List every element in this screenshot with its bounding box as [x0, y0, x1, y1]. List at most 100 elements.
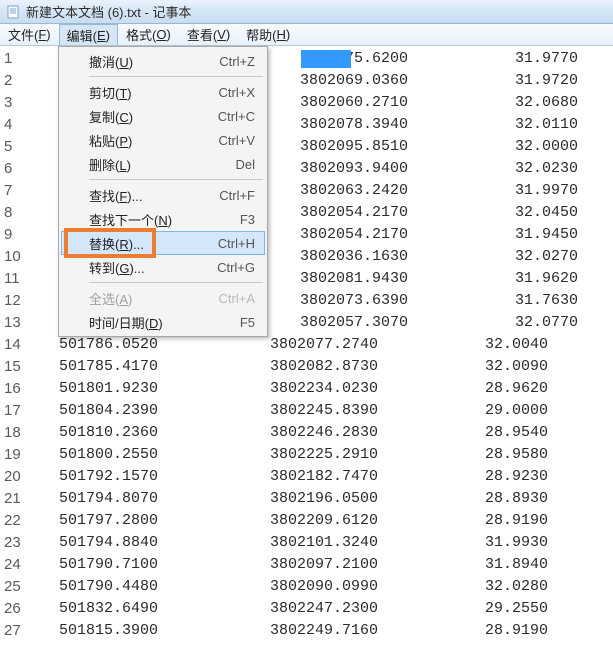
menu-item-label: 查找(F)... — [89, 186, 201, 205]
menu-文件[interactable]: 文件(F) — [0, 24, 59, 45]
line-number: 12 — [0, 290, 28, 312]
cell-col3: 32.0770 — [438, 312, 588, 334]
menu-item-撤消[interactable]: 撤消(U)Ctrl+Z — [61, 49, 265, 73]
cell-col3: 31.9970 — [438, 180, 588, 202]
table-row: 501810.23603802246.283028.9540 — [28, 422, 613, 444]
menu-item-label: 删除(L) — [89, 155, 201, 174]
line-number: 7 — [0, 180, 28, 202]
cell-col3: 31.7630 — [438, 290, 588, 312]
menu-item-转到[interactable]: 转到(G)...Ctrl+G — [61, 255, 265, 279]
table-row: 501790.71003802097.210031.8940 — [28, 554, 613, 576]
line-number: 21 — [0, 488, 28, 510]
cell-col3: 31.9770 — [438, 48, 588, 70]
cell-col2: 3802209.6120 — [188, 510, 408, 532]
cell-col3: 31.9930 — [408, 532, 558, 554]
menu-item-label: 剪切(T) — [89, 83, 201, 102]
menu-separator — [89, 76, 263, 77]
menu-item-label: 复制(C) — [89, 107, 201, 126]
menu-item-label: 粘贴(P) — [89, 131, 201, 150]
table-row: 501804.23903802245.839029.0000 — [28, 400, 613, 422]
cell-col2: 3802182.7470 — [188, 466, 408, 488]
line-number: 20 — [0, 466, 28, 488]
cell-col3: 32.0280 — [408, 576, 558, 598]
cell-col2: 3802196.0500 — [188, 488, 408, 510]
menu-item-shortcut: Ctrl+H — [201, 236, 255, 251]
menu-item-shortcut: Del — [201, 157, 255, 172]
menu-item-shortcut: F5 — [201, 315, 255, 330]
menu-item-剪切[interactable]: 剪切(T)Ctrl+X — [61, 80, 265, 104]
table-row: 501801.92303802234.023028.9620 — [28, 378, 613, 400]
menu-item-查找下一个[interactable]: 查找下一个(N)F3 — [61, 207, 265, 231]
cell-col3: 28.9190 — [408, 510, 558, 532]
line-number: 10 — [0, 246, 28, 268]
cell-col1: 501797.2800 — [28, 510, 188, 532]
cell-col3: 28.9580 — [408, 444, 558, 466]
menu-item-label: 查找下一个(N) — [89, 210, 201, 229]
table-row: 501794.88403802101.324031.9930 — [28, 532, 613, 554]
line-number: 6 — [0, 158, 28, 180]
cell-col3: 31.9450 — [438, 224, 588, 246]
titlebar: 新建文本文档 (6).txt - 记事本 — [0, 0, 613, 24]
cell-col1: 501794.8070 — [28, 488, 188, 510]
menu-编辑[interactable]: 编辑(E) — [59, 24, 118, 45]
menu-item-shortcut: Ctrl+A — [201, 291, 255, 306]
menu-item-label: 时间/日期(D) — [89, 313, 201, 332]
menu-item-全选: 全选(A)Ctrl+A — [61, 286, 265, 310]
menu-item-删除[interactable]: 删除(L)Del — [61, 152, 265, 176]
cell-col3: 31.9620 — [438, 268, 588, 290]
edit-dropdown: 撤消(U)Ctrl+Z剪切(T)Ctrl+X复制(C)Ctrl+C粘贴(P)Ct… — [58, 46, 268, 337]
menu-查看[interactable]: 查看(V) — [179, 24, 238, 45]
table-row: 501785.41703802082.873032.0090 — [28, 356, 613, 378]
cell-col3: 29.2550 — [408, 598, 558, 620]
cell-col2: 3802097.2100 — [188, 554, 408, 576]
cell-col3: 32.0110 — [438, 114, 588, 136]
cell-col3: 32.0450 — [438, 202, 588, 224]
menu-item-shortcut: Ctrl+Z — [201, 54, 255, 69]
cell-col3: 28.8930 — [408, 488, 558, 510]
menu-item-shortcut: Ctrl+X — [201, 85, 255, 100]
cell-col1: 501790.4480 — [28, 576, 188, 598]
line-number: 18 — [0, 422, 28, 444]
cell-col1: 501800.2550 — [28, 444, 188, 466]
line-number: 8 — [0, 202, 28, 224]
table-row: 501794.80703802196.050028.8930 — [28, 488, 613, 510]
cell-col3: 31.9720 — [438, 70, 588, 92]
line-number: 11 — [0, 268, 28, 290]
menu-item-查找[interactable]: 查找(F)...Ctrl+F — [61, 183, 265, 207]
cell-col2: 3802247.2300 — [188, 598, 408, 620]
text-selection — [301, 50, 351, 68]
line-number: 9 — [0, 224, 28, 246]
cell-col2: 3802234.0230 — [188, 378, 408, 400]
cell-col3: 29.0000 — [408, 400, 558, 422]
cell-col2: 3802225.2910 — [188, 444, 408, 466]
cell-col2: 3802249.7160 — [188, 620, 408, 642]
notepad-icon — [6, 4, 22, 20]
menu-item-shortcut: F3 — [201, 212, 255, 227]
menu-item-复制[interactable]: 复制(C)Ctrl+C — [61, 104, 265, 128]
line-number: 13 — [0, 312, 28, 334]
menu-item-时间/日期[interactable]: 时间/日期(D)F5 — [61, 310, 265, 334]
cell-col3: 32.0270 — [438, 246, 588, 268]
cell-col2: 3802077.2740 — [188, 334, 408, 356]
cell-col2: 3802090.0990 — [188, 576, 408, 598]
menu-item-label: 撤消(U) — [89, 52, 201, 71]
line-number: 27 — [0, 620, 28, 642]
cell-col1: 501801.9230 — [28, 378, 188, 400]
menu-item-替换[interactable]: 替换(R)...Ctrl+H — [61, 231, 265, 255]
line-number: 26 — [0, 598, 28, 620]
cell-col1: 501785.4170 — [28, 356, 188, 378]
menu-格式[interactable]: 格式(O) — [118, 24, 179, 45]
menu-item-粘贴[interactable]: 粘贴(P)Ctrl+V — [61, 128, 265, 152]
cell-col3: 32.0680 — [438, 92, 588, 114]
line-number: 22 — [0, 510, 28, 532]
line-number: 25 — [0, 576, 28, 598]
menu-separator — [89, 282, 263, 283]
cell-col3: 28.9230 — [408, 466, 558, 488]
menu-帮助[interactable]: 帮助(H) — [238, 24, 298, 45]
line-number: 19 — [0, 444, 28, 466]
cell-col3: 32.0090 — [408, 356, 558, 378]
cell-col3: 28.9540 — [408, 422, 558, 444]
menu-item-shortcut: Ctrl+V — [201, 133, 255, 148]
menu-item-shortcut: Ctrl+G — [201, 260, 255, 275]
line-number: 24 — [0, 554, 28, 576]
